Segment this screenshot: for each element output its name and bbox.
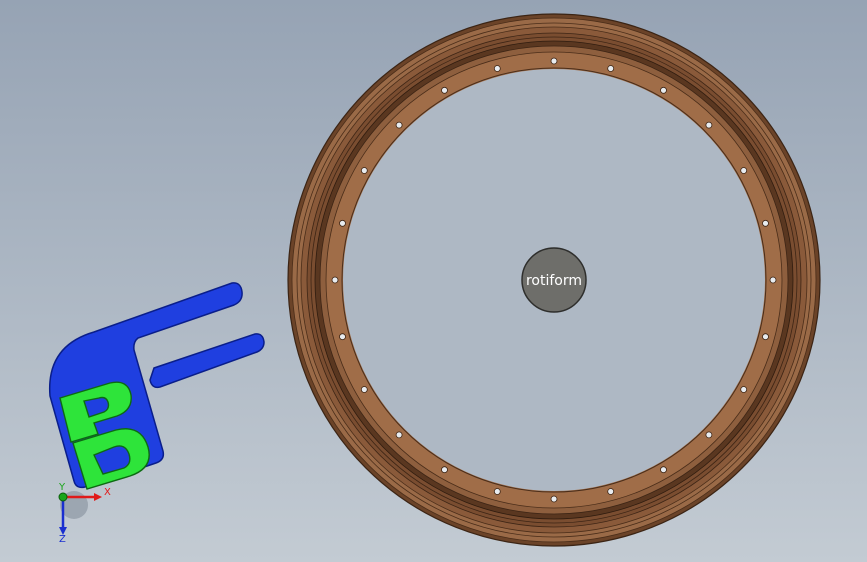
bolt-hole [660,86,667,94]
triad-z-label: Z [59,534,66,545]
bolt-hole [360,167,368,174]
bolt-hole [493,65,501,72]
center-hub[interactable]: rotiform [521,247,587,313]
triad-x-label: X [104,487,111,498]
bolt-hole [441,466,448,474]
logo-letters-text: P [0,0,1,1]
bolt-hole [762,333,769,341]
bolt-hole [331,276,339,284]
triad-x-arrow [94,493,102,501]
bolt-hole [740,167,748,174]
bolt-hole [339,219,346,227]
bolt-hole [705,431,713,439]
bolt-hole [740,386,748,393]
bolt-hole [339,333,346,341]
logo[interactable]: P [0,0,265,490]
bolt-hole [660,466,667,474]
bolt-hole [493,488,501,495]
bolt-hole [762,219,769,227]
bolt-hole [607,65,615,72]
bolt-hole [360,386,368,393]
bolt-hole [550,495,558,503]
bolt-hole [705,121,713,129]
bolt-hole [395,431,403,439]
hub-label: rotiform [526,273,582,289]
bolt-hole [395,121,403,129]
triad-y-axis [58,492,68,502]
logo-bar [149,333,265,389]
bolt-hole [769,276,777,284]
view-triad[interactable]: X Y Z [58,482,111,545]
triad-y-label: Y [58,482,66,493]
cad-viewport[interactable]: rotiform P X Y Z [0,0,867,562]
bolt-hole [550,57,558,65]
bolt-hole [441,86,448,94]
bolt-hole [607,488,615,495]
